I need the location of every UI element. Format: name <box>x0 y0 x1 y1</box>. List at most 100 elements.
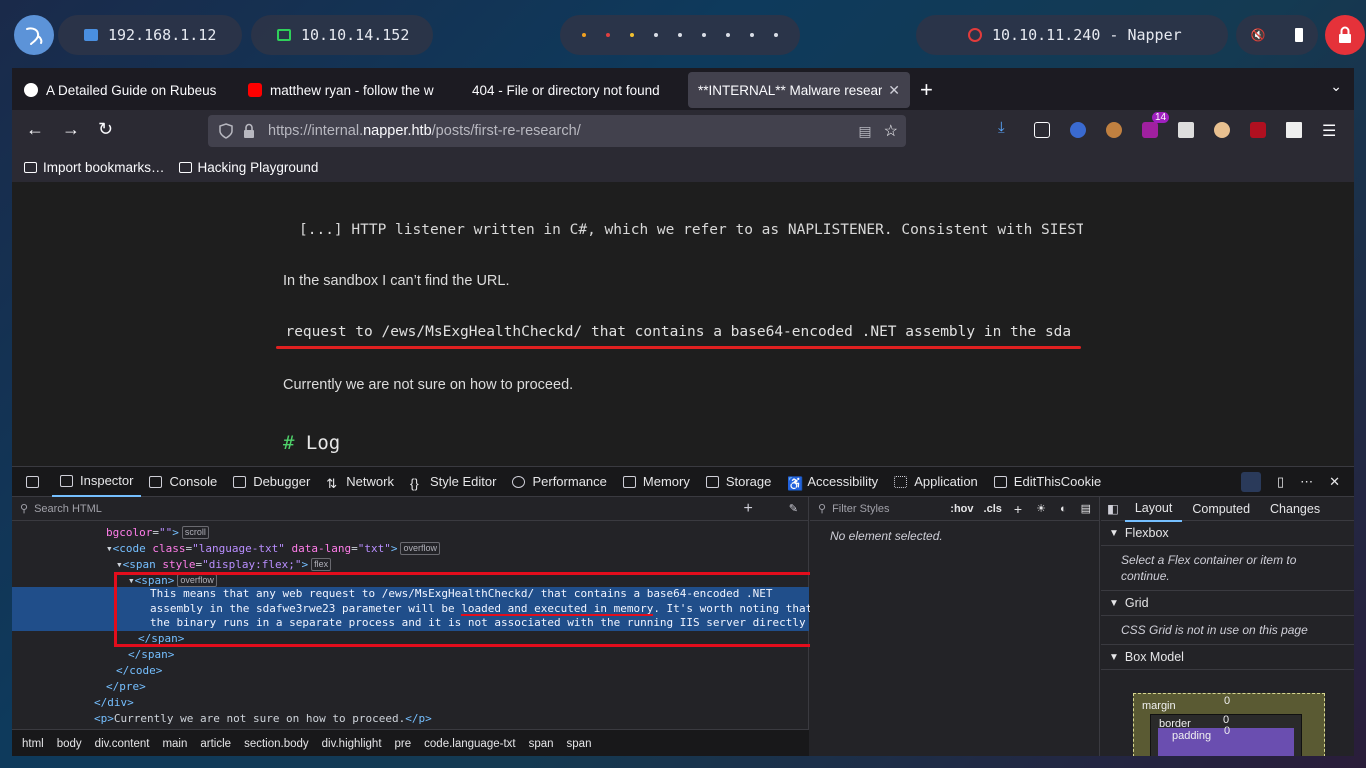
downloads-icon[interactable]: ⤓ <box>998 119 1014 136</box>
hov-toggle[interactable]: :hov <box>950 503 973 515</box>
reload-button[interactable]: ↻ <box>98 119 113 140</box>
tab-computed[interactable]: Computed <box>1182 497 1260 521</box>
flexbox-section-header[interactable]: ▼ Flexbox <box>1101 521 1354 546</box>
markup-line[interactable]: </div> <box>94 695 134 711</box>
vpn-ip-indicator[interactable]: 10.10.14.152 <box>251 15 433 55</box>
filter-styles-input[interactable]: Filter Styles <box>832 503 889 515</box>
cookie-icon[interactable] <box>1106 122 1122 138</box>
search-html-input[interactable]: Search HTML <box>34 503 102 515</box>
local-ip-indicator[interactable]: 192.168.1.12 <box>58 15 242 55</box>
box-model-section-header[interactable]: ▼ Box Model <box>1101 645 1354 670</box>
breadcrumb-item[interactable]: main <box>162 738 187 750</box>
tab-application[interactable]: Application <box>886 467 986 497</box>
tab-style-editor[interactable]: {} Style Editor <box>402 467 504 497</box>
url-bar[interactable]: https://internal. napper.htb/posts/first-… <box>208 115 906 147</box>
tab-internal-malware-research[interactable]: **INTERNAL** Malware research ✕ <box>688 72 910 108</box>
import-bookmarks-link[interactable]: Import bookmarks… <box>24 160 165 175</box>
scroll-badge[interactable]: scroll <box>181 526 209 539</box>
reader-view-icon[interactable]: ▤ <box>858 123 871 140</box>
app-menu-button[interactable] <box>14 15 54 55</box>
tab-console[interactable]: Console <box>141 467 225 497</box>
workspace-dot[interactable] <box>702 33 706 37</box>
print-media-icon[interactable]: ▤ <box>1081 502 1091 515</box>
close-tab-icon[interactable]: ✕ <box>888 82 900 99</box>
react-devtools-icon[interactable] <box>1240 471 1261 492</box>
bookmark-star-icon[interactable]: ☆ <box>884 121 898 141</box>
markup-line[interactable]: bgcolor=""> scroll <box>106 525 209 541</box>
tab-editthiscookie[interactable]: EditThisCookie <box>986 467 1109 497</box>
tab-layout[interactable]: Layout <box>1124 496 1183 522</box>
light-mode-icon[interactable]: ☀ <box>1036 502 1046 515</box>
workspace-dot[interactable] <box>582 33 586 37</box>
tab-memory[interactable]: Memory <box>615 467 698 497</box>
workspace-dot[interactable] <box>726 33 730 37</box>
overflow-badge[interactable]: overflow <box>400 542 440 555</box>
markup-line[interactable]: </span> <box>128 647 174 663</box>
add-rule-icon[interactable]: + <box>1014 501 1022 517</box>
wappalyzer-icon[interactable] <box>1178 122 1194 138</box>
grid-section-header[interactable]: ▼ Grid <box>1101 591 1354 616</box>
lock-screen-button[interactable] <box>1325 15 1365 55</box>
shield-icon[interactable] <box>218 123 234 139</box>
workspace-dot[interactable] <box>630 33 634 37</box>
workspace-dot[interactable] <box>678 33 682 37</box>
breadcrumb-item[interactable]: pre <box>395 738 412 750</box>
battery-icon[interactable] <box>1295 28 1304 42</box>
tab-inspector[interactable]: Inspector <box>52 467 142 497</box>
tab-changes[interactable]: Changes <box>1260 497 1330 521</box>
cookie-editor-icon[interactable] <box>1214 122 1230 138</box>
breadcrumb-item[interactable]: html <box>22 738 44 750</box>
breadcrumb-item[interactable]: section.body <box>244 738 309 750</box>
add-node-icon[interactable]: + <box>743 500 752 518</box>
element-picker-button[interactable] <box>12 467 52 497</box>
bookmark-folder-hacking-playground[interactable]: Hacking Playground <box>178 160 318 175</box>
ublock-icon[interactable] <box>1250 122 1266 138</box>
responsive-design-icon[interactable]: ▯ <box>1277 474 1284 490</box>
breadcrumb-item[interactable]: span <box>529 738 554 750</box>
tab-404[interactable]: 404 - File or directory not found <box>462 72 688 108</box>
eyedropper-icon[interactable]: ✎ <box>789 502 798 515</box>
extensions-icon[interactable] <box>1034 122 1050 138</box>
toggle-sidebar-icon[interactable]: ◧ <box>1101 497 1125 521</box>
forward-button[interactable]: → <box>62 119 80 140</box>
breadcrumb-item[interactable]: div.content <box>95 738 150 750</box>
cls-toggle[interactable]: .cls <box>984 503 1002 515</box>
padding-value[interactable]: 0 <box>1224 725 1230 737</box>
qr-code-icon[interactable] <box>1286 122 1302 138</box>
search-html-bar[interactable]: ⚲ Search HTML + ✎ <box>12 497 808 521</box>
tab-storage[interactable]: Storage <box>698 467 780 497</box>
flex-badge[interactable]: flex <box>311 558 332 571</box>
target-indicator[interactable]: 10.10.11.240 - Napper <box>916 15 1228 55</box>
foxyproxy-icon[interactable] <box>1070 122 1086 138</box>
tab-accessibility[interactable]: ♿ Accessibility <box>779 467 886 497</box>
breadcrumb-item[interactable]: article <box>200 738 231 750</box>
new-tab-button[interactable]: + <box>920 77 933 103</box>
mute-icon[interactable]: 🔇 <box>1251 28 1266 42</box>
hackbar-icon[interactable] <box>1142 122 1158 138</box>
lock-icon[interactable] <box>242 123 256 139</box>
markup-line[interactable]: ▾<code class="language-txt" data-lang="t… <box>106 541 440 557</box>
back-button[interactable]: ← <box>26 119 44 140</box>
markup-line[interactable]: ▾<span style="display:flex;"> flex <box>116 557 332 573</box>
markup-line[interactable]: </code> <box>116 663 162 679</box>
markup-line[interactable]: <p>Currently we are not sure on how to p… <box>94 711 432 727</box>
close-devtools-icon[interactable]: ✕ <box>1329 474 1340 490</box>
breadcrumb-item[interactable]: span <box>567 738 592 750</box>
filter-styles-bar[interactable]: ⚲ Filter Styles :hov .cls + ☀ ◐ ▤ <box>810 497 1099 521</box>
app-menu-hamburger-icon[interactable]: ☰ <box>1322 121 1336 141</box>
workspace-switcher[interactable] <box>560 15 800 55</box>
tab-debugger[interactable]: Debugger <box>225 467 318 497</box>
tab-rubeus-guide[interactable]: A Detailed Guide on Rubeus <box>14 72 236 108</box>
tab-performance[interactable]: Performance <box>504 467 614 497</box>
workspace-dot[interactable] <box>606 33 610 37</box>
breadcrumb-item[interactable]: code.language-txt <box>424 738 515 750</box>
tab-youtube[interactable]: matthew ryan - follow the w <box>238 72 452 108</box>
more-options-icon[interactable]: ⋯ <box>1300 474 1313 490</box>
workspace-dot[interactable] <box>654 33 658 37</box>
workspace-dot[interactable] <box>750 33 754 37</box>
workspace-dot[interactable] <box>774 33 778 37</box>
margin-value[interactable]: 0 <box>1224 695 1230 707</box>
dark-mode-icon[interactable]: ◐ <box>1060 503 1067 515</box>
tab-network[interactable]: ⇅ Network <box>318 467 402 497</box>
markup-line[interactable]: </pre> <box>106 679 146 695</box>
